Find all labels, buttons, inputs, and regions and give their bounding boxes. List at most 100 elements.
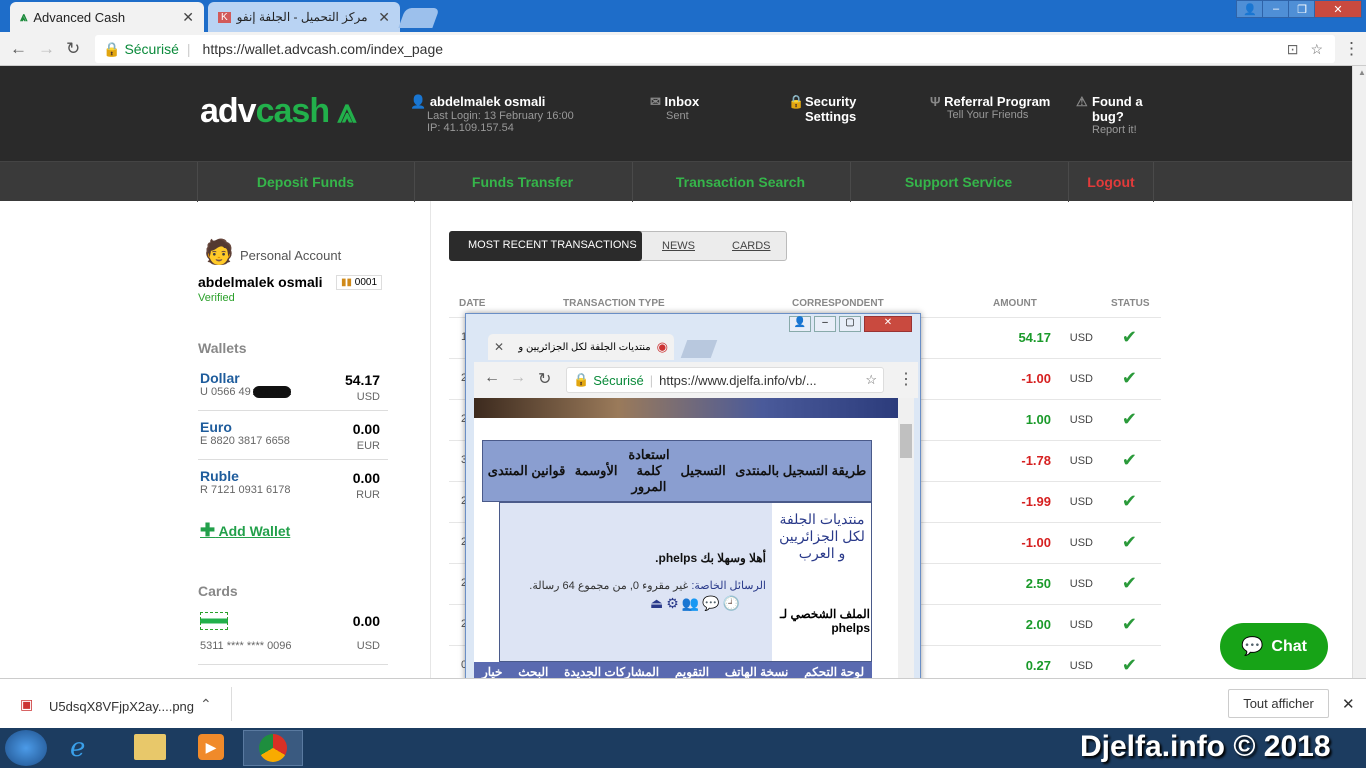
menu-icon[interactable]: ⋮ [1343,39,1360,59]
tab-advanced-cash[interactable]: ⩓ Advanced Cash ✕ [10,2,204,32]
site-header: advcash ⩓ 👤 abdelmalek osmali Last Login… [0,66,1352,161]
back-icon[interactable]: ← [484,369,500,387]
popup-tab[interactable]: ◉ منتديات الجلفة لكل الجزائريين و ✕ [488,334,674,360]
security-settings-link[interactable]: 🔒 Security Settings [788,94,870,124]
row-amount: 0.27 [1025,658,1051,673]
close-tab-icon[interactable]: ✕ [182,9,194,26]
close-icon[interactable]: ✕ [1342,695,1355,713]
tab-recent-transactions[interactable]: MOST RECENT TRANSACTIONS [449,231,642,261]
menu-icon[interactable]: ⋮ [898,369,914,389]
menu-calendar[interactable]: التقويم [675,665,709,679]
status-check-icon: ✔ [1121,409,1137,429]
main-navigation: Deposit Funds Funds Transfer Transaction… [0,161,1352,202]
back-icon[interactable]: ← [10,39,27,59]
close-tab-icon[interactable]: ✕ [494,340,504,354]
menu-register[interactable]: التسجيل [680,463,725,479]
translate-icon[interactable]: ⊡ [1287,41,1299,58]
close-window-icon[interactable]: ✕ [1314,0,1362,18]
new-tab-button[interactable] [680,340,718,358]
account-type: Personal Account [240,248,342,263]
nav-logout[interactable]: Logout [1068,162,1154,202]
nav-transaction-search[interactable]: Transaction Search [632,162,848,202]
cards-heading: Cards [198,583,238,599]
wallet-item-ruble[interactable]: Ruble R 7121 0931 6178 0.00 RUR [198,460,388,509]
chevron-up-icon[interactable]: ⌃ [200,696,212,713]
address-bar[interactable]: 🔒 Sécurisé | https://wallet.advcash.com/… [95,35,1335,63]
media-player-icon[interactable]: ▶ [198,734,224,760]
report-bug-link[interactable]: ⚠ Found a bug? Report it! [1076,94,1156,136]
trident-icon: Ψ [930,94,941,109]
menu-mobile[interactable]: نسخة الهاتف [725,665,789,679]
advcash-logo[interactable]: advcash ⩓ [200,92,357,131]
forward-icon[interactable]: → [510,369,526,387]
page-scrollbar[interactable]: ▲ [1352,66,1366,678]
bookmark-star-icon[interactable]: ☆ [865,372,877,388]
add-wallet-link[interactable]: ✚ Add Wallet [200,520,290,541]
nav-support-service[interactable]: Support Service [850,162,1066,202]
row-currency: USD [1069,455,1093,467]
profile-icon[interactable]: 👤 [1236,0,1264,18]
close-tab-icon[interactable]: ✕ [378,9,390,26]
tab-djelfa[interactable]: K مركز التحميل - الجلفة إنفو ✕ [208,2,400,32]
file-explorer-icon[interactable] [134,734,166,760]
account-badge: ▮▮ 0001 [336,275,383,290]
welcome-text: أهلا وسهلا بك phelps. [655,551,766,565]
lock-icon: 🔒 [573,372,590,387]
file-image-icon: ▣ [20,696,34,712]
menu-recover-password[interactable]: استعادة كلمة المرور [627,447,671,495]
menu-register-method[interactable]: طريقة التسجيل بالمنتدى [735,463,866,479]
referral-program-link[interactable]: Ψ Referral Program Tell Your Friends [930,94,1050,121]
wallet-item-dollar[interactable]: Dollar U 0566 49 xxxxxxx 54.17 USD [198,362,388,411]
warning-icon: ⚠ [1076,94,1088,109]
tab-news[interactable]: NEWS [662,240,695,252]
popup-page: طريقة التسجيل بالمنتدى التسجيل استعادة ك… [474,398,906,682]
user-icon: 👤 [410,94,427,109]
inbox-link[interactable]: ✉ Inbox Sent [650,94,699,122]
download-file-name[interactable]: U5dsqX8VFjpX2ay....png [49,699,194,714]
internet-explorer-icon[interactable]: ℯ [70,732,85,763]
new-tab-button[interactable] [398,8,440,28]
popup-address-bar[interactable]: 🔒 Sécurisé | https://www.djelfa.info/vb/… [566,367,884,393]
user-action-icons[interactable]: ⏏⚙👥💬🕘 [650,595,743,612]
messages-info: الرسائل الخاصة: غير مقروء 0, من مجموع 64… [529,580,766,592]
bookmark-star-icon[interactable]: ☆ [1310,41,1323,58]
menu-control-panel[interactable]: لوحة التحكم [804,665,864,679]
menu-new-posts[interactable]: المشاركات الجديدة [564,665,659,679]
menu-rules[interactable]: قوانين المنتدى [488,463,566,479]
menu-search[interactable]: البحث [518,665,548,679]
reload-icon[interactable]: ↻ [538,369,551,389]
reload-icon[interactable]: ↻ [66,39,80,59]
menu-medals[interactable]: الأوسمة [575,463,618,479]
start-button[interactable] [5,730,47,766]
popup-vertical-scrollbar[interactable] [898,398,914,682]
row-currency: USD [1069,660,1093,672]
avatar: 🧑 [204,239,234,266]
forum-title[interactable]: منتديات الجلفة لكل الجزائريين و العرب [774,511,870,562]
lock-icon: 🔒 [103,40,121,57]
row-currency: USD [1069,578,1093,590]
tab-title: Advanced Cash [33,9,126,25]
close-window-icon[interactable]: ✕ [864,316,912,332]
profile-icon[interactable]: 👤 [789,316,811,332]
sent-link[interactable]: Sent [666,110,699,122]
nav-funds-transfer[interactable]: Funds Transfer [414,162,630,202]
popup-browser-window[interactable]: 👤 – ▢ ✕ ◉ منتديات الجلفة لكل الجزائريين … [465,313,921,705]
maximize-icon[interactable]: ▢ [839,316,861,332]
chat-button[interactable]: 💬 Chat [1220,623,1328,670]
chrome-taskbar-button[interactable] [243,730,303,766]
tab-cards[interactable]: CARDS [732,240,771,252]
popup-tab-title: منتديات الجلفة لكل الجزائريين و [518,341,651,353]
wallet-item-euro[interactable]: Euro E 8820 3817 6658 0.00 EUR [198,411,388,460]
nav-deposit-funds[interactable]: Deposit Funds [197,162,413,202]
minimize-icon[interactable]: – [814,316,836,332]
status-check-icon: ✔ [1121,450,1137,470]
show-all-button[interactable]: Tout afficher [1228,689,1329,718]
col-status: STATUS [1111,298,1150,309]
menu-options[interactable]: خيار [482,665,503,679]
browser-tab-strip: ⩓ Advanced Cash ✕ K مركز التحميل - الجلف… [0,0,1366,32]
forward-icon[interactable]: → [38,39,55,59]
maximize-icon[interactable]: ❐ [1288,0,1316,18]
user-info[interactable]: 👤 abdelmalek osmali Last Login: 13 Febru… [410,94,574,134]
row-amount: -1.00 [1021,371,1051,386]
minimize-icon[interactable]: – [1262,0,1290,18]
